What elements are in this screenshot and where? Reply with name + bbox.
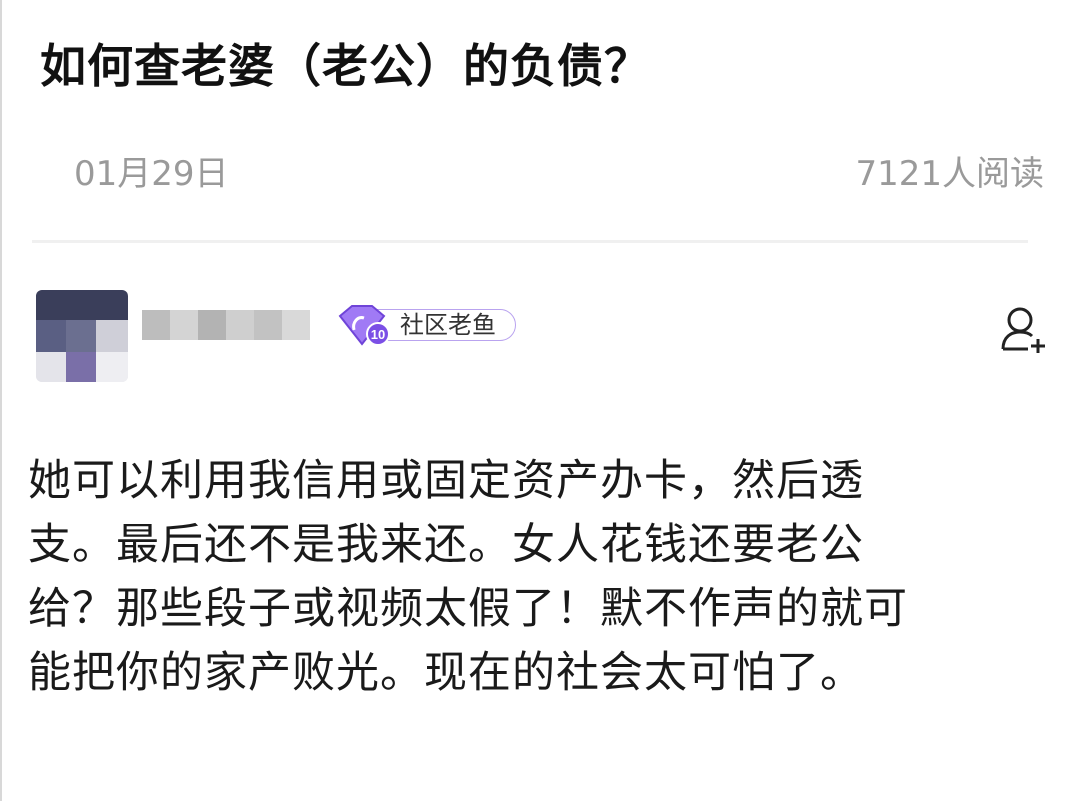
username-pixel: [226, 310, 254, 340]
avatar[interactable]: [36, 290, 128, 382]
avatar-tile: [96, 320, 128, 352]
username-pixel: [170, 310, 198, 340]
username-pixelated[interactable]: [142, 306, 312, 346]
badge-label: 社区老鱼: [400, 311, 496, 339]
body-line: 给？那些段子或视频太假了！默不作声的就可: [28, 584, 908, 634]
body-line: 能把你的家产败光。现在的社会太可怕了。: [28, 648, 864, 698]
body-line: 支。最后还不是我来还。女人花钱还要老公: [28, 520, 864, 570]
body-line: 她可以利用我信用或固定资产办卡，然后透: [28, 456, 864, 506]
username-pixel: [254, 310, 282, 340]
badge-level: 10: [371, 327, 385, 342]
screen-edge: [0, 0, 2, 801]
avatar-tile: [36, 320, 66, 352]
avatar-tile: [36, 352, 66, 382]
follow-button[interactable]: [998, 303, 1052, 357]
avatar-tile: [36, 290, 128, 320]
header-divider: [32, 240, 1028, 243]
username-pixel: [198, 310, 226, 340]
username-pixel: [282, 310, 310, 340]
username-pixel: [142, 310, 170, 340]
avatar-tile: [66, 320, 96, 352]
follow-user-icon: [1001, 307, 1045, 353]
read-count: 7121人阅读: [855, 154, 1044, 194]
fish-level-icon: 10: [338, 305, 390, 346]
post-date: 01月29日: [74, 154, 229, 194]
level-badge: 10 社区老鱼: [336, 304, 520, 346]
avatar-tile: [96, 352, 128, 382]
post-title: 如何查老婆（老公）的负债？: [40, 39, 651, 93]
post-body: 她可以利用我信用或固定资产办卡，然后透 支。最后还不是我来还。女人花钱还要老公 …: [28, 449, 1048, 705]
avatar-tile: [66, 352, 96, 382]
